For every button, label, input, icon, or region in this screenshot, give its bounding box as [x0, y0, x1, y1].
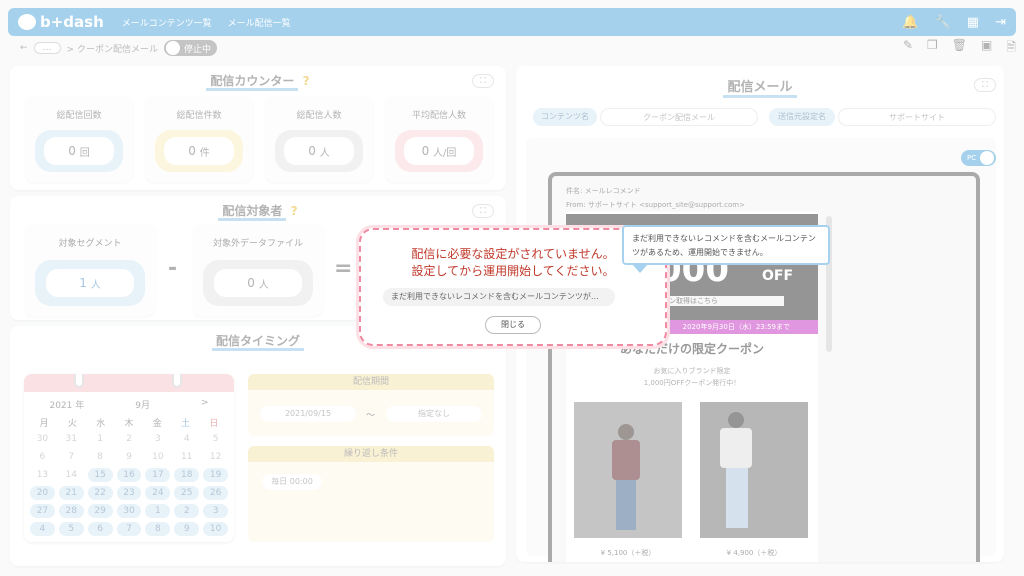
- tooltip: まだ利用できないレコメンドを含むメールコンテンツがあるため、運用開始できません。: [622, 225, 830, 273]
- error-modal: 配信に必要な設定がされていません。 設定してから運用開始してください。 まだ利用で…: [359, 228, 667, 346]
- close-button[interactable]: 閉じる: [485, 316, 541, 334]
- modal-detail-item[interactable]: まだ利用できないレコメンドを含むメールコンテンツが…: [383, 288, 615, 306]
- modal-message-line-1: 配信に必要な設定がされていません。: [411, 247, 615, 261]
- modal-message-line-2: 設定してから運用開始してください。: [411, 264, 615, 278]
- tooltip-text: まだ利用できないレコメンドを含むメールコンテンツがあるため、運用開始できません。: [632, 234, 816, 257]
